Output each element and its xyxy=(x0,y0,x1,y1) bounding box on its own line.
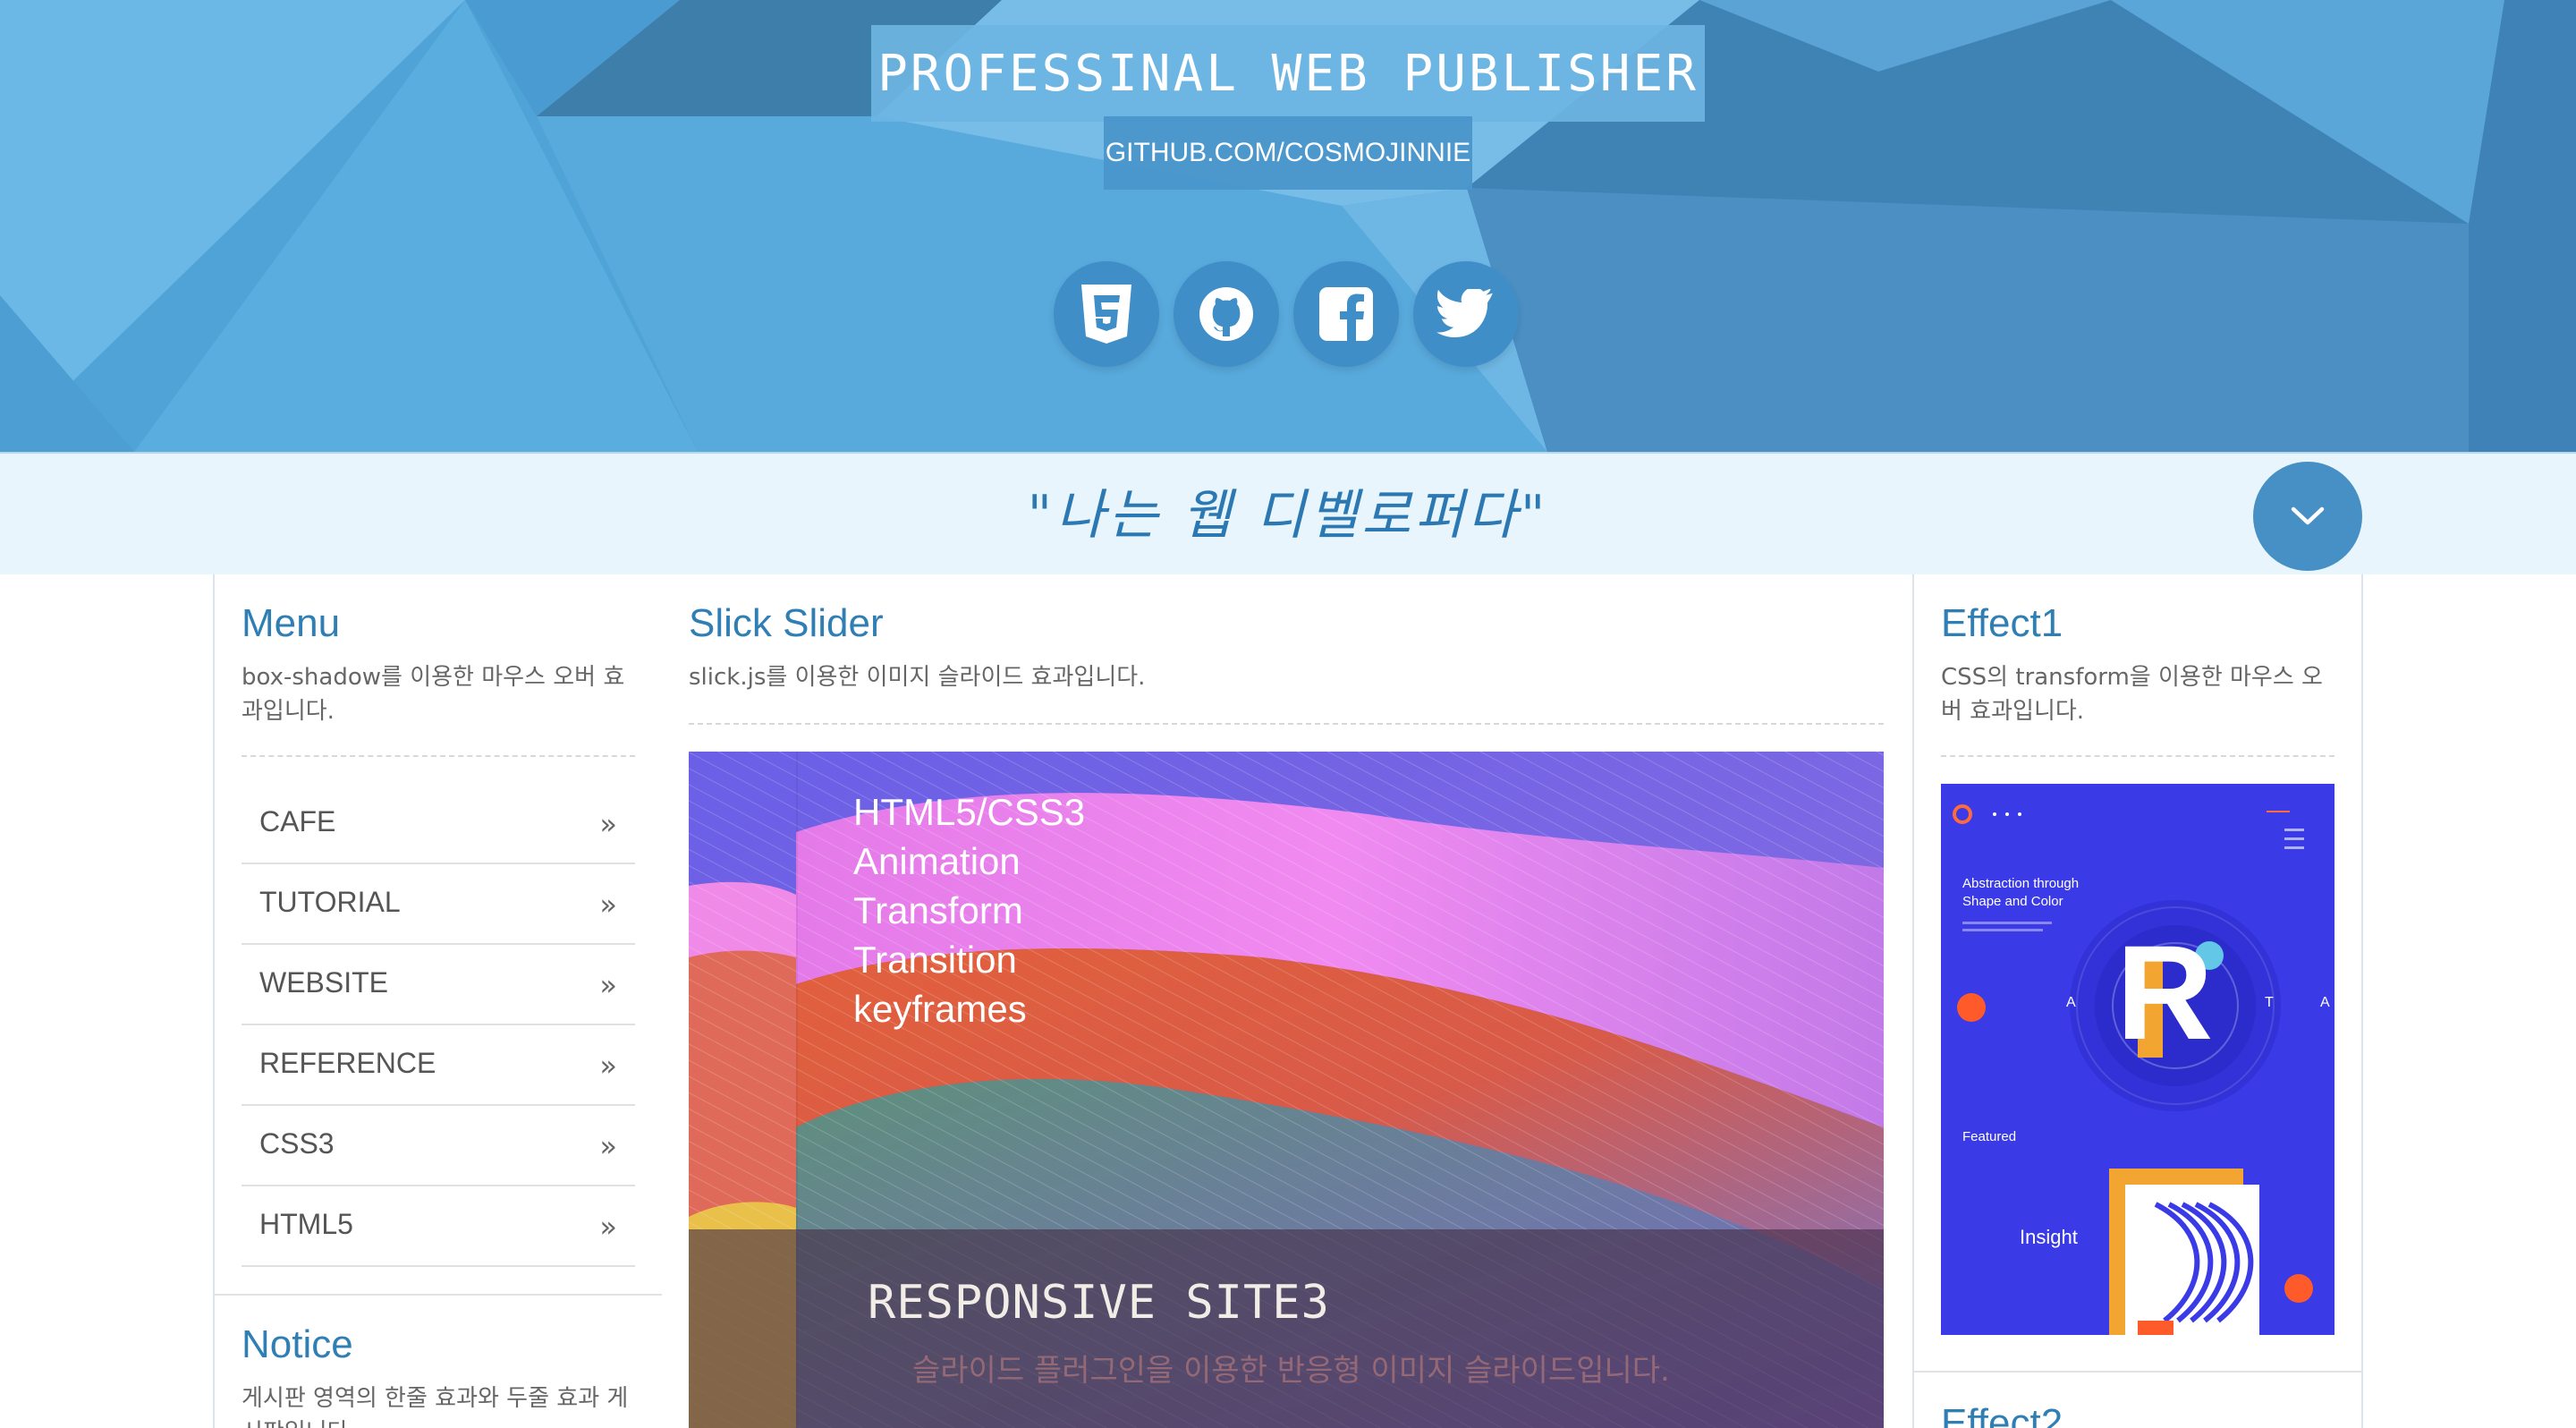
menu-desc: box-shadow를 이용한 마우스 오버 효과입니다. xyxy=(242,664,625,725)
menu-item-label: REFERENCE xyxy=(259,1047,436,1079)
notice-title: Notice xyxy=(242,1322,353,1366)
double-chevron-right-icon: » xyxy=(599,807,617,841)
slide-line: Transform xyxy=(853,889,1023,931)
menu-item-label: WEBSITE xyxy=(259,966,389,999)
double-chevron-right-icon: » xyxy=(599,1049,617,1083)
poster-side-letter: T xyxy=(2265,995,2274,1010)
slider-title: Slick Slider xyxy=(689,601,884,645)
poster-side-letter: A xyxy=(2066,995,2076,1010)
poster-side-letter: A xyxy=(2320,995,2330,1010)
left-column: Menu box-shadow를 이용한 마우스 오버 효과입니다. CAFE … xyxy=(213,574,664,1428)
slider-desc: slick.js를 이용한 이미지 슬라이드 효과입니다. xyxy=(689,664,1146,691)
right-column: Effect1 CSS의 transform을 이용한 마우스 오버 효과입니다… xyxy=(1912,574,2363,1428)
menu-item-tutorial[interactable]: TUTORIAL » xyxy=(242,864,635,945)
slide-line: HTML5/CSS3 xyxy=(853,791,1086,833)
menu-item-html5[interactable]: HTML5 » xyxy=(242,1186,635,1267)
double-chevron-right-icon: » xyxy=(599,1129,617,1163)
html5-icon xyxy=(1081,285,1131,344)
twitter-icon xyxy=(1436,289,1493,338)
menu-title: Menu xyxy=(242,601,341,645)
effect1-image[interactable]: Abstraction through Shape and Color R A … xyxy=(1941,784,2334,1335)
twitter-button[interactable] xyxy=(1413,261,1519,367)
facebook-button[interactable] xyxy=(1293,261,1399,367)
menu-item-css3[interactable]: CSS3 » xyxy=(242,1106,635,1186)
quote-bar: "나는 웹 디벨로퍼다" xyxy=(0,452,2576,574)
site-title: PROFESSINAL WEB PUBLISHER xyxy=(877,44,1699,103)
menu-item-label: CAFE xyxy=(259,805,336,837)
slide-line: keyframes xyxy=(853,988,1027,1030)
effect1-title: Effect1 xyxy=(1941,601,2063,645)
chevron-down-icon xyxy=(2291,506,2325,525)
section-divider xyxy=(1914,1371,2361,1373)
site-title-box: PROFESSINAL WEB PUBLISHER xyxy=(871,25,1705,122)
slider-divider xyxy=(689,723,1884,725)
menu-item-cafe[interactable]: CAFE » xyxy=(242,784,635,864)
scroll-down-button[interactable] xyxy=(2253,462,2362,571)
poster-headline: Abstraction through Shape and Color xyxy=(1962,876,2080,909)
slide-caption-title: RESPONSIVE SITE3 xyxy=(868,1276,1330,1330)
effect1-divider xyxy=(1941,755,2334,757)
double-chevron-right-icon: » xyxy=(599,1210,617,1244)
effect2-title: Effect2 xyxy=(1941,1401,2063,1428)
hero-header: PROFESSINAL WEB PUBLISHER GITHUB.COM/COS… xyxy=(0,0,2576,452)
menu-divider xyxy=(242,755,635,757)
github-icon xyxy=(1199,287,1253,341)
slide-caption-desc: 슬라이드 플러그인을 이용한 반응형 이미지 슬라이드입니다. xyxy=(912,1353,1670,1389)
github-button[interactable] xyxy=(1174,261,1279,367)
image-slider[interactable]: HTML5/CSS3 Animation Transform Transitio… xyxy=(689,752,1884,1428)
github-link[interactable]: GITHUB.COM/COSMOJINNIE xyxy=(1106,138,1470,168)
menu-item-label: CSS3 xyxy=(259,1127,335,1160)
effect1-desc: CSS의 transform을 이용한 마우스 오버 효과입니다. xyxy=(1941,664,2323,725)
quote-text: "나는 웹 디벨로퍼다" xyxy=(1027,484,1549,547)
notice-desc: 게시판 영역의 한줄 효과와 두줄 효과 게시판입니다. xyxy=(242,1385,629,1428)
slide-line: Animation xyxy=(853,840,1021,882)
slide-caption: RESPONSIVE SITE3 슬라이드 플러그인을 이용한 반응형 이미지 … xyxy=(689,1229,1884,1428)
poster-letter: R xyxy=(2116,917,2214,1067)
github-link-box[interactable]: GITHUB.COM/COSMOJINNIE xyxy=(1104,116,1472,190)
menu-item-label: TUTORIAL xyxy=(259,886,401,918)
menu-item-reference[interactable]: REFERENCE » xyxy=(242,1025,635,1106)
menu-item-label: HTML5 xyxy=(259,1208,353,1240)
html5-button[interactable] xyxy=(1054,261,1159,367)
poster-insight: Insight xyxy=(2020,1226,2078,1248)
double-chevron-right-icon: » xyxy=(599,888,617,922)
double-chevron-right-icon: » xyxy=(599,968,617,1002)
slide-line: Transition xyxy=(853,939,1017,981)
poster-featured: Featured xyxy=(1962,1129,2017,1144)
menu-item-website[interactable]: WEBSITE » xyxy=(242,945,635,1025)
middle-column: Slick Slider slick.js를 이용한 이미지 슬라이드 효과입니… xyxy=(662,574,1914,1428)
section-divider xyxy=(215,1294,662,1296)
facebook-icon xyxy=(1319,287,1373,341)
